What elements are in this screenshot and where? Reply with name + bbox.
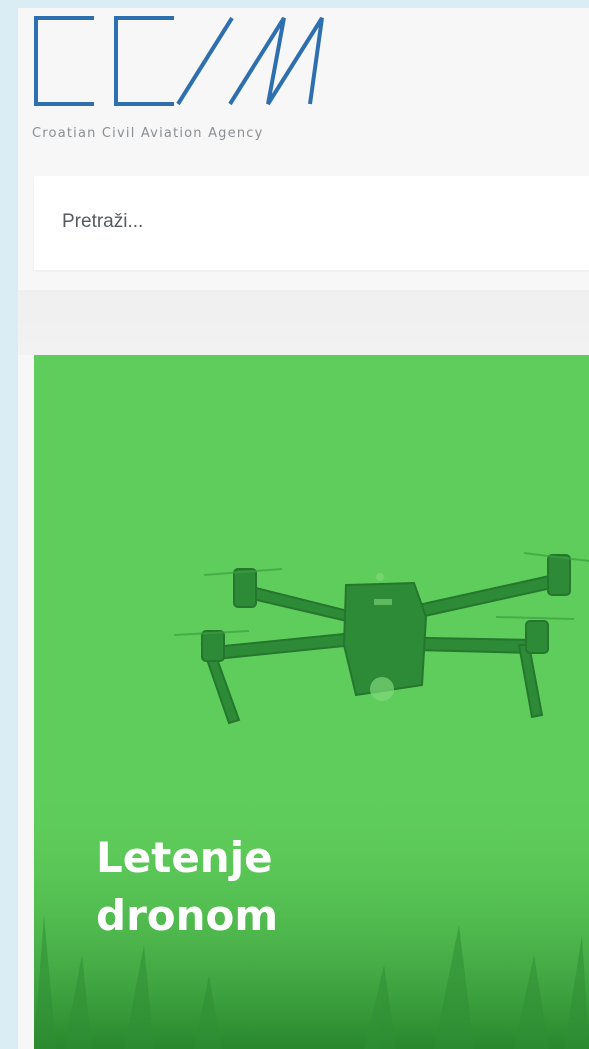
hero-card-drone-flying[interactable]: Letenje dronom [34, 355, 589, 1049]
site-tagline: Croatian Civil Aviation Agency [32, 126, 264, 141]
ccaa-logo-icon [34, 16, 324, 106]
search-box [34, 176, 589, 270]
hero-title-line1: Letenje [96, 833, 273, 882]
site-logo[interactable] [32, 14, 372, 109]
hero-title: Letenje dronom [96, 829, 396, 945]
separator-band [18, 290, 589, 355]
hero-title-line2: dronom [96, 891, 279, 940]
page: Croatian Civil Aviation Agency Pretraži.… [18, 0, 589, 1049]
search-input[interactable] [62, 202, 562, 242]
top-strip [18, 0, 589, 8]
